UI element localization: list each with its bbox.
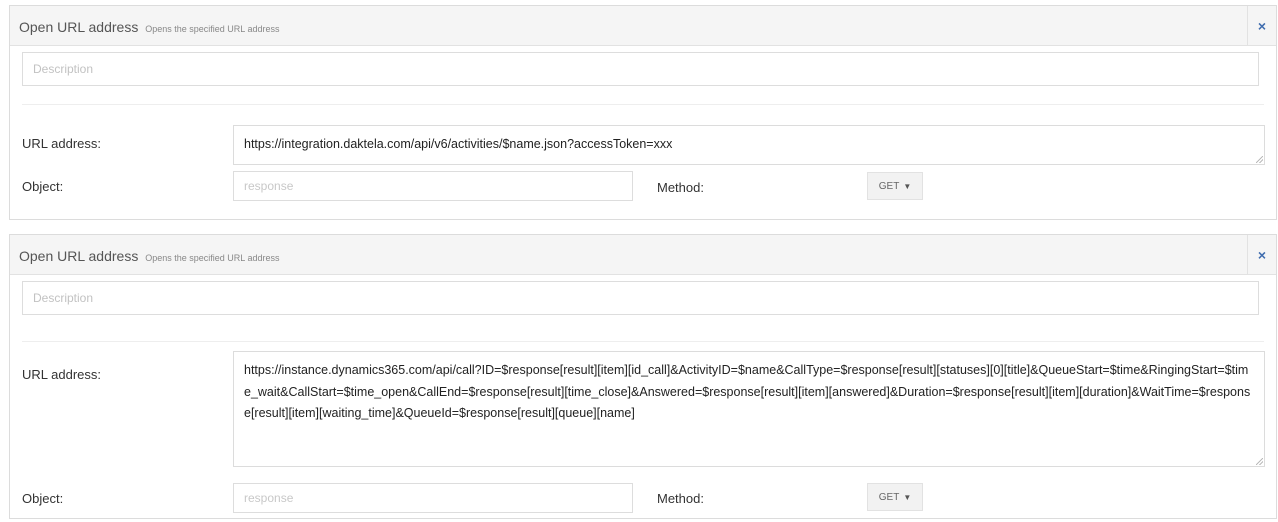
description-input[interactable] [22, 52, 1259, 86]
close-button[interactable]: × [1247, 235, 1276, 274]
panel-title: Open URL address Opens the specified URL… [19, 19, 279, 35]
panel-title: Open URL address Opens the specified URL… [19, 248, 279, 264]
object-input[interactable] [233, 483, 633, 513]
url-address-label: URL address: [22, 136, 101, 151]
url-address-textarea[interactable]: https://instance.dynamics365.com/api/cal… [233, 351, 1265, 467]
panel-title-text: Open URL address [19, 248, 139, 264]
panel-subtitle: Opens the specified URL address [145, 24, 280, 34]
close-icon: × [1257, 246, 1267, 263]
panel-title-text: Open URL address [19, 19, 139, 35]
resize-handle[interactable] [1256, 458, 1263, 465]
url-address-textarea[interactable]: https://integration.daktela.com/api/v6/a… [233, 125, 1265, 165]
method-label: Method: [657, 180, 704, 195]
close-button[interactable]: × [1247, 6, 1276, 45]
open-url-panel-2: Open URL address Opens the specified URL… [9, 234, 1277, 519]
url-address-value: https://integration.daktela.com/api/v6/a… [244, 137, 673, 151]
method-select[interactable]: GET ▼ [867, 172, 923, 200]
method-value: GET [878, 491, 900, 503]
close-icon: × [1257, 17, 1267, 34]
caret-down-icon: ▼ [903, 492, 912, 502]
panel-subtitle: Opens the specified URL address [145, 253, 280, 263]
object-label: Object: [22, 179, 64, 194]
resize-handle[interactable] [1256, 156, 1263, 163]
method-value: GET [878, 180, 900, 192]
url-address-value: https://instance.dynamics365.com/api/cal… [244, 363, 1251, 420]
panel-header: Open URL address Opens the specified URL… [10, 235, 1276, 275]
caret-down-icon: ▼ [903, 181, 912, 191]
panel-header: Open URL address Opens the specified URL… [10, 6, 1276, 46]
open-url-panel-1: Open URL address Opens the specified URL… [9, 5, 1277, 220]
method-label: Method: [657, 491, 704, 506]
description-input[interactable] [22, 281, 1259, 315]
object-input[interactable] [233, 171, 633, 201]
method-select[interactable]: GET ▼ [867, 483, 923, 511]
object-label: Object: [22, 491, 64, 506]
divider [22, 104, 1264, 105]
divider [22, 341, 1264, 342]
url-address-label: URL address: [22, 367, 101, 382]
